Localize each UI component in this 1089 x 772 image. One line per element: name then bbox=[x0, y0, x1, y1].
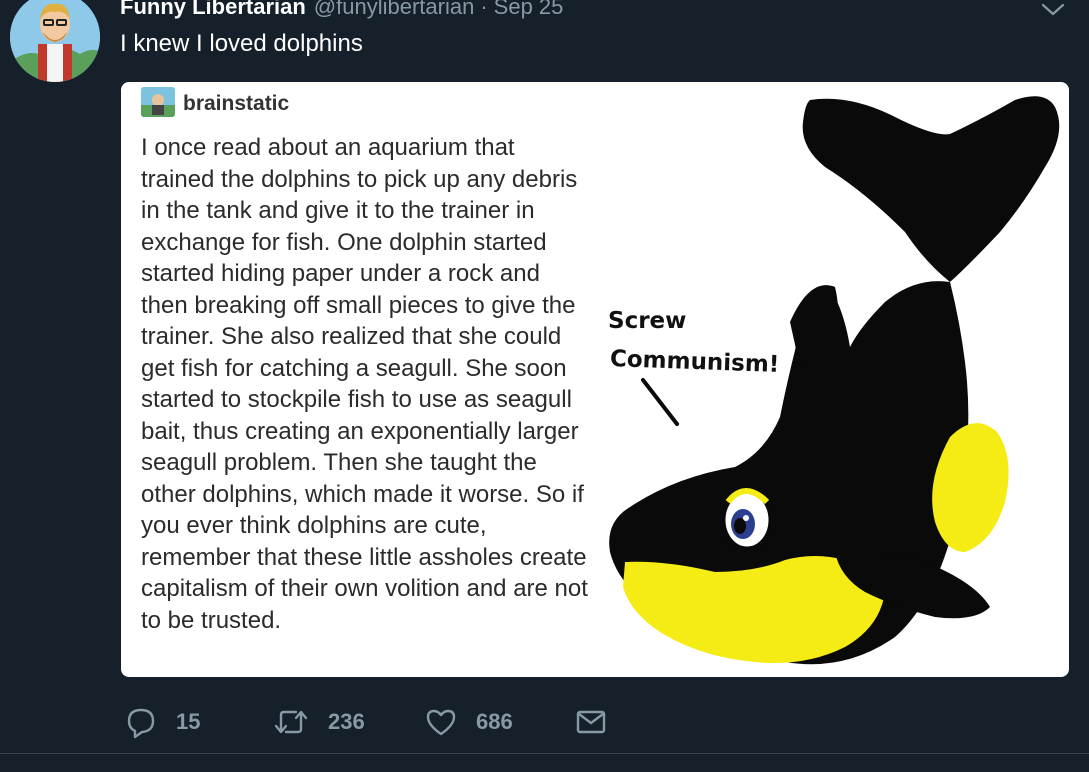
share-icon bbox=[576, 710, 606, 734]
tweet-text: I knew I loved dolphins bbox=[120, 30, 363, 57]
retweet-icon bbox=[274, 710, 308, 734]
heart-icon bbox=[426, 709, 456, 736]
speech-bubble-text: Screw Communism! bbox=[608, 302, 780, 378]
tweet-header: Funny Libertarian @funylibertarian · Sep… bbox=[120, 0, 563, 24]
tweet-divider bbox=[0, 753, 1089, 754]
display-name[interactable]: Funny Libertarian bbox=[120, 0, 306, 20]
user-handle[interactable]: @funylibertarian bbox=[314, 0, 475, 20]
like-button[interactable]: 686 bbox=[424, 705, 513, 739]
reply-count: 15 bbox=[176, 709, 201, 734]
retweet-count: 236 bbox=[328, 709, 365, 734]
tweet-media-image[interactable]: brainstatic I once read about an aquariu… bbox=[121, 82, 1069, 677]
chevron-down-icon[interactable] bbox=[1040, 0, 1066, 20]
avatar-image bbox=[10, 0, 100, 82]
tumblr-username: brainstatic bbox=[183, 92, 290, 115]
speech-line-2: Communism! bbox=[609, 346, 780, 378]
tumblr-avatar bbox=[141, 87, 175, 117]
separator-dot: · bbox=[480, 0, 488, 19]
retweet-button[interactable]: 236 bbox=[272, 705, 365, 739]
reply-button[interactable]: 15 bbox=[124, 705, 200, 739]
timestamp[interactable]: Sep 25 bbox=[494, 0, 564, 20]
reply-icon bbox=[127, 708, 155, 739]
like-count: 686 bbox=[476, 709, 513, 734]
avatar[interactable] bbox=[10, 0, 100, 82]
share-button[interactable] bbox=[574, 705, 608, 739]
post-text: I once read about an aquarium that train… bbox=[141, 134, 588, 634]
speech-line-1: Screw bbox=[608, 308, 687, 334]
